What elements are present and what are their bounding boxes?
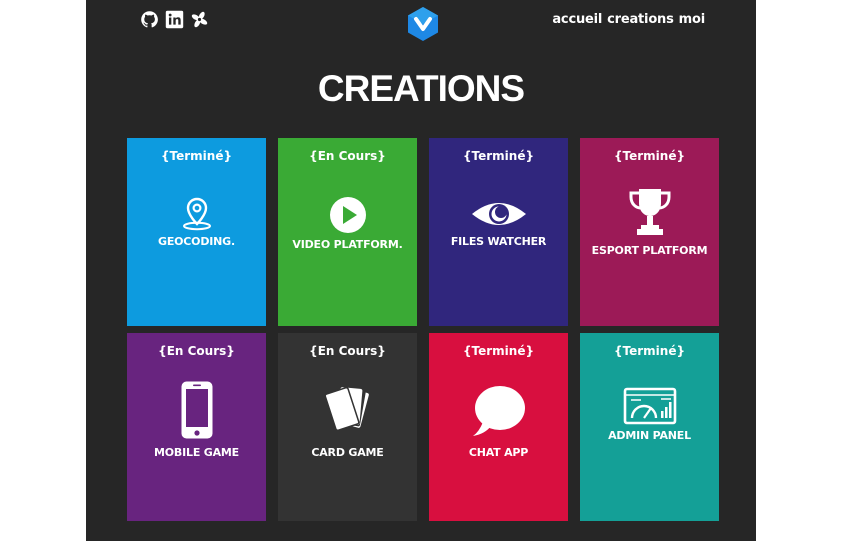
eye-icon <box>471 203 526 225</box>
project-name: GEOCODING. <box>158 235 235 248</box>
project-card-admin-panel[interactable]: {Terminé} ADMIN PANEL <box>580 333 719 521</box>
status-badge: {Terminé} <box>462 149 535 163</box>
smartphone-icon <box>181 381 212 439</box>
nav-link-accueil[interactable]: accueil <box>552 12 602 27</box>
project-card-esport-platform[interactable]: {Terminé} ESPORT PLATFORM <box>580 138 719 326</box>
github-icon[interactable] <box>140 10 159 29</box>
project-name: CHAT APP <box>468 446 529 459</box>
status-badge: {En Cours} <box>309 149 386 163</box>
project-card-mobile-game[interactable]: {En Cours} MOBILE GAME <box>127 333 266 521</box>
dashboard-icon <box>623 387 676 425</box>
status-badge: {Terminé} <box>613 149 686 163</box>
project-name: FILES WATCHER <box>450 235 547 248</box>
play-icon <box>329 197 366 233</box>
nav-link-moi[interactable]: moi <box>679 12 706 27</box>
status-badge: {Terminé} <box>462 344 535 358</box>
status-badge: {Terminé} <box>613 344 686 358</box>
project-card-geocoding[interactable]: {Terminé} GEOCODING. <box>127 138 266 326</box>
project-name: MOBILE GAME <box>154 446 239 459</box>
page-title: CREATIONS <box>317 68 525 109</box>
project-card-card-game[interactable]: {En Cours} CARD GAME <box>278 333 417 521</box>
main-nav: accueil creations moi <box>552 12 705 27</box>
project-name: VIDEO PLATFORM. <box>292 238 403 251</box>
project-name: CARD GAME <box>311 446 384 459</box>
project-card-chat-app[interactable]: {Terminé} CHAT APP <box>429 333 568 521</box>
nav-link-creations[interactable]: creations <box>607 12 674 27</box>
trophy-icon <box>629 189 670 235</box>
map-pin-icon <box>182 197 211 231</box>
status-badge: {Terminé} <box>160 149 233 163</box>
creations-grid: {Terminé} GEOCODING. {En Cours} VIDEO PL… <box>127 138 719 521</box>
vuetify-logo-icon[interactable] <box>405 6 441 42</box>
linkedin-icon[interactable] <box>165 10 184 29</box>
project-card-video-platform[interactable]: {En Cours} VIDEO PLATFORM. <box>278 138 417 326</box>
chat-bubble-icon <box>472 386 525 436</box>
social-links <box>140 10 209 29</box>
cards-icon <box>323 386 369 432</box>
status-badge: {En Cours} <box>309 344 386 358</box>
page: accueil creations moi CREATIONS {Terminé… <box>86 0 756 541</box>
project-name: ESPORT PLATFORM <box>591 244 708 257</box>
status-badge: {En Cours} <box>158 344 235 358</box>
codeberg-icon[interactable] <box>190 10 209 29</box>
project-card-files-watcher[interactable]: {Terminé} FILES WATCHER <box>429 138 568 326</box>
project-name: ADMIN PANEL <box>608 429 691 442</box>
